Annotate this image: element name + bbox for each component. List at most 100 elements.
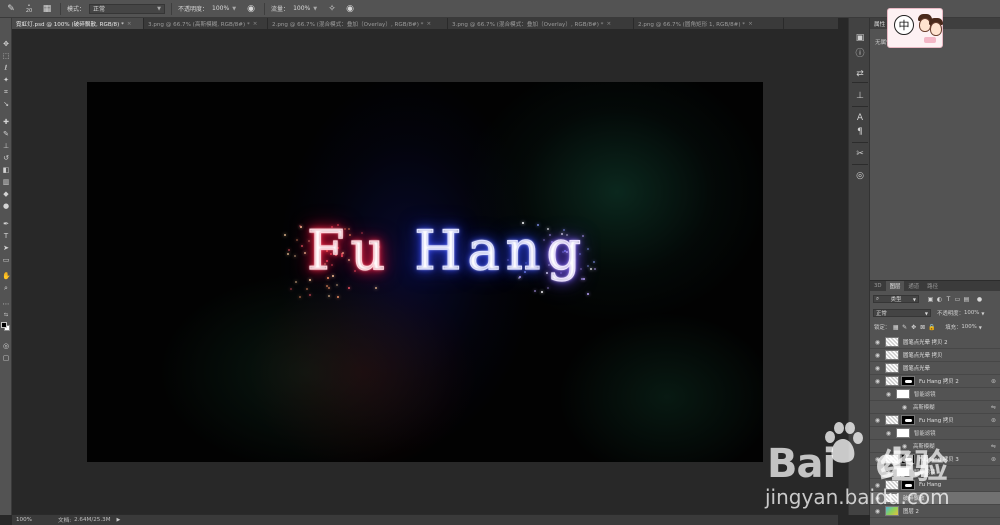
layer-effects-icon[interactable]: ⊛	[991, 456, 996, 463]
layer-row[interactable]: ◉ 智能滤镜	[870, 388, 1000, 401]
document-workspace[interactable]: Fu Hang	[12, 29, 838, 514]
pen-tool-icon[interactable]: ✒	[2, 220, 10, 228]
tab-document-1[interactable]: 霓虹灯.psd @ 100% (破碎飘散, RGB/8) * ×	[12, 18, 144, 29]
visibility-eye-icon[interactable]: ◉	[873, 365, 882, 372]
brush-panel-toggle-icon[interactable]: ▦	[40, 2, 54, 16]
opacity-slider-toggle-icon[interactable]: ▼	[232, 6, 236, 12]
swap-colors-icon[interactable]: ⇆	[2, 311, 10, 319]
layer-row[interactable]: ◉ 圆笔点光晕 拷贝 2	[870, 336, 1000, 349]
layer-opacity-value[interactable]: 100%	[964, 310, 979, 316]
document-canvas[interactable]: Fu Hang	[87, 82, 763, 462]
marquee-tool-icon[interactable]: ⬚	[2, 52, 10, 60]
lock-all-icon[interactable]: 🔒	[928, 324, 935, 331]
tab-channels[interactable]: 通道	[904, 281, 923, 291]
crop-tool-icon[interactable]: ⌗	[2, 88, 10, 96]
close-icon[interactable]: ×	[606, 21, 611, 27]
tab-layers[interactable]: 图层	[885, 281, 905, 291]
quick-select-tool-icon[interactable]: ✦	[2, 76, 10, 84]
eraser-tool-icon[interactable]: ◧	[2, 166, 10, 174]
status-menu-arrow-icon[interactable]: ▶	[117, 517, 121, 523]
blur-tool-icon[interactable]: ◆	[2, 190, 10, 198]
gradient-tool-icon[interactable]: ▥	[2, 178, 10, 186]
filter-options-icon[interactable]: ⇋	[991, 443, 996, 450]
screen-mode-icon[interactable]: ▢	[2, 354, 10, 362]
brush-tool-icon[interactable]: ✎	[4, 2, 18, 16]
filter-adjustment-icon[interactable]: ◐	[936, 296, 943, 303]
lock-transparent-icon[interactable]: ▦	[892, 324, 899, 331]
layer-row[interactable]: ◉ 高斯模糊 ⇋	[870, 401, 1000, 414]
airbrush-icon[interactable]: ✧	[325, 2, 339, 16]
clone-source-icon[interactable]: ◎	[854, 170, 866, 182]
info-panel-icon[interactable]: ⓘ	[854, 48, 866, 60]
layer-effects-icon[interactable]: ⊛	[991, 417, 996, 424]
layer-effects-icon[interactable]: ⊛	[991, 378, 996, 385]
flow-slider-toggle-icon[interactable]: ▼	[313, 6, 317, 12]
mode-select[interactable]: 正常 ▼	[89, 3, 166, 14]
layer-filter-kind-select[interactable]: ⌕ 类型 ▼	[873, 295, 919, 303]
move-tool-icon[interactable]: ✥	[2, 40, 10, 48]
pressure-opacity-icon[interactable]: ◉	[244, 2, 258, 16]
quick-mask-icon[interactable]: ◎	[2, 342, 10, 350]
opacity-value[interactable]: 100%	[212, 5, 229, 12]
brush-tool-icon[interactable]: ✎	[2, 130, 10, 138]
tab-document-2[interactable]: 3.png @ 66.7% (高斯模糊, RGB/8#) * ×	[144, 18, 268, 29]
ime-language-key[interactable]: 中	[894, 15, 914, 35]
lock-position-icon[interactable]: ✥	[910, 324, 917, 331]
tab-document-5[interactable]: 2.png @ 66.7% (圆角矩形 1, RGB/8#) * ×	[634, 18, 784, 29]
type-tool-icon[interactable]: T	[2, 232, 10, 240]
zoom-tool-icon[interactable]: ⌕	[2, 284, 10, 292]
close-icon[interactable]: ×	[253, 21, 258, 27]
chevron-down-icon[interactable]: ▼	[981, 311, 984, 316]
character-panel-icon[interactable]: A	[854, 112, 866, 124]
visibility-eye-icon[interactable]: ◉	[873, 352, 882, 359]
layer-row[interactable]: ◉ 圆笔点光晕	[870, 362, 1000, 375]
close-icon[interactable]: ×	[748, 21, 753, 27]
eyedropper-tool-icon[interactable]: ↘	[2, 100, 10, 108]
clone-stamp-tool-icon[interactable]: ⊥	[2, 142, 10, 150]
tab-document-3[interactable]: 2.png @ 66.7% (混合模式：叠加（Overlay）, RGB/8#)…	[268, 18, 448, 29]
hand-tool-icon[interactable]: ✋	[2, 272, 11, 280]
flow-value[interactable]: 100%	[293, 5, 310, 12]
layer-row[interactable]: ◉ 圆笔点光晕 拷贝	[870, 349, 1000, 362]
close-icon[interactable]: ×	[426, 21, 431, 27]
zoom-level[interactable]: 100%	[16, 517, 58, 523]
blend-mode-select[interactable]: 正常 ▼	[873, 309, 931, 317]
filter-options-icon[interactable]: ⇋	[991, 404, 996, 411]
layer-row[interactable]: ◉ Fu Hang 拷贝 2 ⊛	[870, 375, 1000, 388]
lock-artboard-icon[interactable]: ⊠	[919, 324, 926, 331]
layer-fill-value[interactable]: 100%	[961, 324, 976, 330]
visibility-eye-icon[interactable]: ◉	[900, 404, 909, 411]
foreground-color-swatch[interactable]	[1, 322, 7, 328]
pressure-size-icon[interactable]: ◉	[343, 2, 357, 16]
lasso-tool-icon[interactable]: ℓ	[2, 64, 10, 72]
history-brush-tool-icon[interactable]: ↺	[2, 154, 10, 162]
close-icon[interactable]: ×	[127, 21, 132, 27]
lock-pixels-icon[interactable]: ✎	[901, 324, 908, 331]
adjustments-panel-icon[interactable]: ⇄	[854, 68, 866, 80]
visibility-eye-icon[interactable]: ◉	[873, 339, 882, 346]
history-panel-icon[interactable]: ▣	[854, 32, 866, 44]
stamp-panel-icon[interactable]: ⊥	[854, 90, 866, 102]
filter-toggle-icon[interactable]: ●	[976, 296, 983, 303]
chevron-down-icon[interactable]: ▼	[979, 325, 982, 330]
tab-paths[interactable]: 路径	[923, 281, 942, 291]
paragraph-panel-icon[interactable]: ¶	[854, 126, 866, 138]
more-tools-icon[interactable]: ⋯	[2, 300, 10, 308]
shape-tool-icon[interactable]: ▭	[2, 256, 10, 264]
filter-smart-object-icon[interactable]: ▤	[963, 296, 970, 303]
properties-title[interactable]: 属性	[874, 20, 885, 28]
dodge-tool-icon[interactable]: ●	[2, 202, 10, 210]
mode-label: 模式：	[67, 6, 86, 13]
visibility-eye-icon[interactable]: ◉	[884, 391, 893, 398]
path-select-tool-icon[interactable]: ➤	[2, 244, 10, 252]
ime-status-widget[interactable]: 中	[887, 8, 943, 48]
filter-type-icon[interactable]: T	[945, 296, 952, 303]
brush-preset-picker[interactable]: • 20	[22, 2, 36, 16]
tool-presets-icon[interactable]: ✂	[854, 148, 866, 160]
healing-brush-tool-icon[interactable]: ✚	[2, 118, 10, 126]
visibility-eye-icon[interactable]: ◉	[873, 378, 882, 385]
tab-3d[interactable]: 3D	[870, 281, 886, 291]
filter-pixel-icon[interactable]: ▣	[927, 296, 934, 303]
tab-document-4[interactable]: 3.png @ 66.7% (混合模式：叠加（Overlay）, RGB/8#)…	[448, 18, 634, 29]
filter-shape-icon[interactable]: ▭	[954, 296, 961, 303]
